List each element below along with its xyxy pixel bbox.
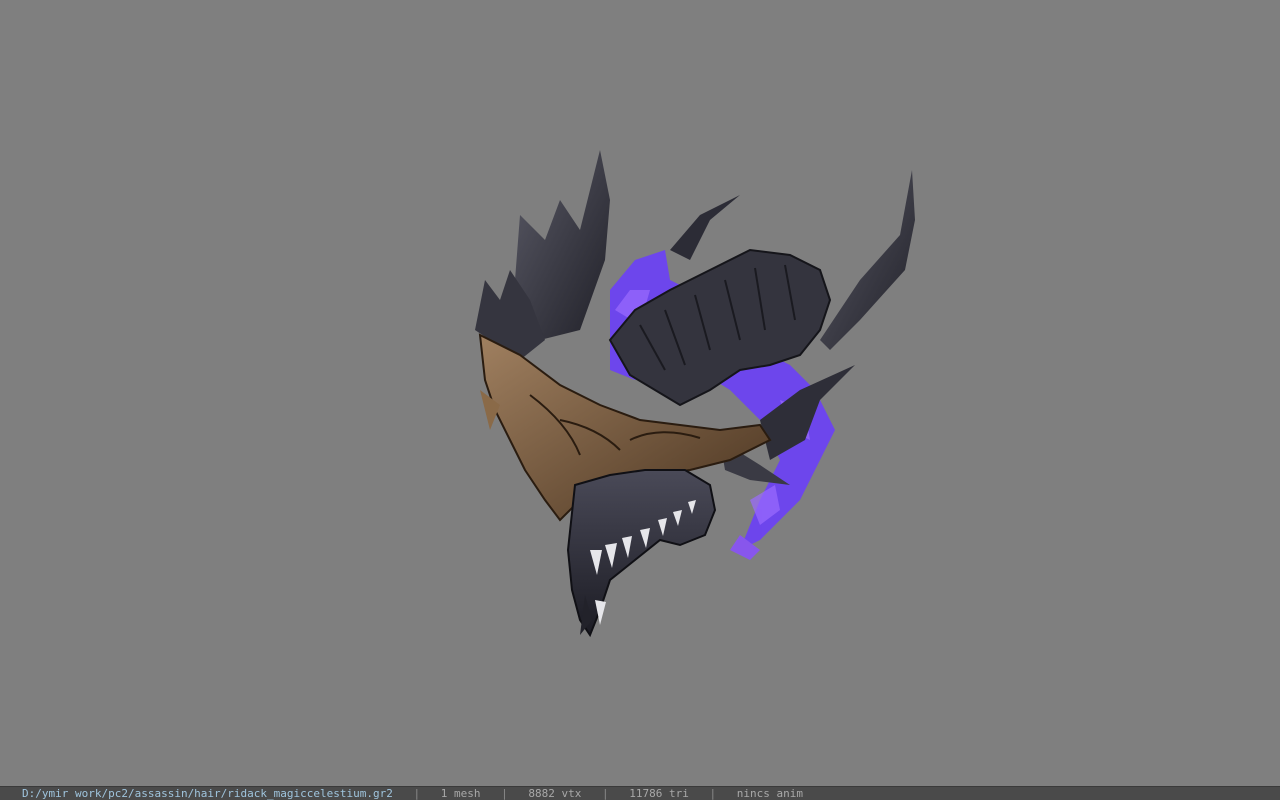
mesh-count: 1 mesh (440, 787, 481, 800)
animation-status: nincs anim (736, 787, 803, 800)
demon-helmet-model-icon (475, 150, 915, 638)
separator: | (413, 787, 421, 800)
triangle-count: 11786 tri (629, 787, 689, 800)
separator: | (709, 787, 717, 800)
file-path: D:/ymir work/pc2/assassin/hair/ridack_ma… (22, 787, 393, 800)
vertex-count: 8882 vtx (528, 787, 582, 800)
separator: | (501, 787, 508, 800)
separator: | (601, 787, 609, 800)
status-bar: D:/ymir work/pc2/assassin/hair/ridack_ma… (0, 786, 1280, 800)
3d-viewport[interactable] (0, 0, 1280, 786)
